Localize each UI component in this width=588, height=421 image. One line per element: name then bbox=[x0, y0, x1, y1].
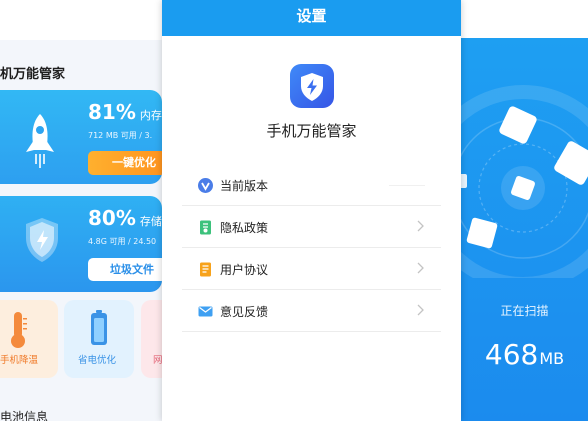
scanned-size-unit: MB bbox=[539, 349, 565, 368]
app-name: 手机万能管家 bbox=[266, 122, 357, 140]
storage-percent: 80%存储容 bbox=[88, 206, 162, 230]
radar-animation-icon bbox=[461, 85, 588, 278]
battery-info-heading: 电池信息 bbox=[0, 410, 49, 421]
settings-menu: 当前版本 隐私政策 用户协议 意见反馈 bbox=[182, 164, 441, 332]
memory-detail: 712 MB 可用 / 3. bbox=[88, 131, 153, 140]
version-icon bbox=[198, 178, 213, 193]
scanned-size-value: 468 bbox=[484, 338, 539, 371]
scan-screen: 正在扫描 468MB bbox=[461, 0, 588, 421]
feature-tiles: 手机降温 省电优化 网 bbox=[0, 300, 162, 378]
phone-cooling-label: 手机降温 bbox=[0, 355, 39, 366]
memory-percent: 81% 内存 bbox=[88, 100, 162, 124]
privacy-icon bbox=[200, 220, 211, 235]
chevron-right-icon bbox=[417, 304, 424, 316]
network-tile[interactable]: 网 bbox=[141, 300, 162, 378]
menu-item-label: 用户协议 bbox=[220, 263, 269, 277]
one-click-optimize-button[interactable]: 一键优化 bbox=[88, 151, 162, 175]
scan-status-bar bbox=[461, 0, 588, 38]
feedback-icon bbox=[198, 306, 213, 317]
phone-cooling-tile[interactable]: 手机降温 bbox=[0, 300, 58, 378]
storage-card[interactable]: 80%存储容 4.8G 可用 / 24.50 垃圾文件 bbox=[0, 196, 162, 292]
menu-item-label: 当前版本 bbox=[220, 179, 269, 193]
settings-header: 设置 bbox=[162, 0, 461, 36]
thermometer-icon bbox=[11, 312, 27, 348]
junk-files-button[interactable]: 垃圾文件 bbox=[88, 258, 162, 281]
shield-icon bbox=[26, 218, 58, 262]
battery-icon bbox=[91, 310, 107, 345]
menu-item-label: 隐私政策 bbox=[220, 221, 269, 235]
memory-card[interactable]: 81% 内存 712 MB 可用 / 3. 一键优化 bbox=[0, 90, 162, 184]
version-placeholder bbox=[389, 185, 425, 186]
agreement-icon bbox=[200, 262, 211, 277]
home-title: 机万能管家 bbox=[0, 67, 66, 82]
menu-item-privacy[interactable]: 隐私政策 bbox=[182, 206, 441, 248]
menu-item-label: 意见反馈 bbox=[220, 305, 269, 319]
chevron-right-icon bbox=[417, 220, 424, 232]
chevron-right-icon bbox=[417, 262, 424, 274]
app-logo-icon bbox=[290, 64, 334, 108]
menu-item-agreement[interactable]: 用户协议 bbox=[182, 248, 441, 290]
menu-item-feedback[interactable]: 意见反馈 bbox=[182, 290, 441, 332]
rocket-icon bbox=[26, 114, 54, 168]
network-label: 网 bbox=[153, 355, 162, 366]
home-screen: 机万能管家 81%内存 712 MB 可用 / 3. 一键优化 80%存储容 4… bbox=[0, 0, 162, 421]
storage-detail: 4.8G 可用 / 24.50 bbox=[88, 237, 157, 246]
settings-screen: 设置 手机万能管家 当前版本 隐私政策 用户协议 意见反馈 bbox=[162, 0, 461, 421]
power-saving-label: 省电优化 bbox=[78, 355, 117, 366]
scanning-status-label: 正在扫描 bbox=[500, 304, 549, 318]
menu-item-version[interactable]: 当前版本 bbox=[182, 164, 441, 206]
power-saving-tile[interactable]: 省电优化 bbox=[64, 300, 134, 378]
home-status-bar bbox=[0, 0, 162, 40]
scanned-size: 468MB bbox=[461, 338, 588, 371]
